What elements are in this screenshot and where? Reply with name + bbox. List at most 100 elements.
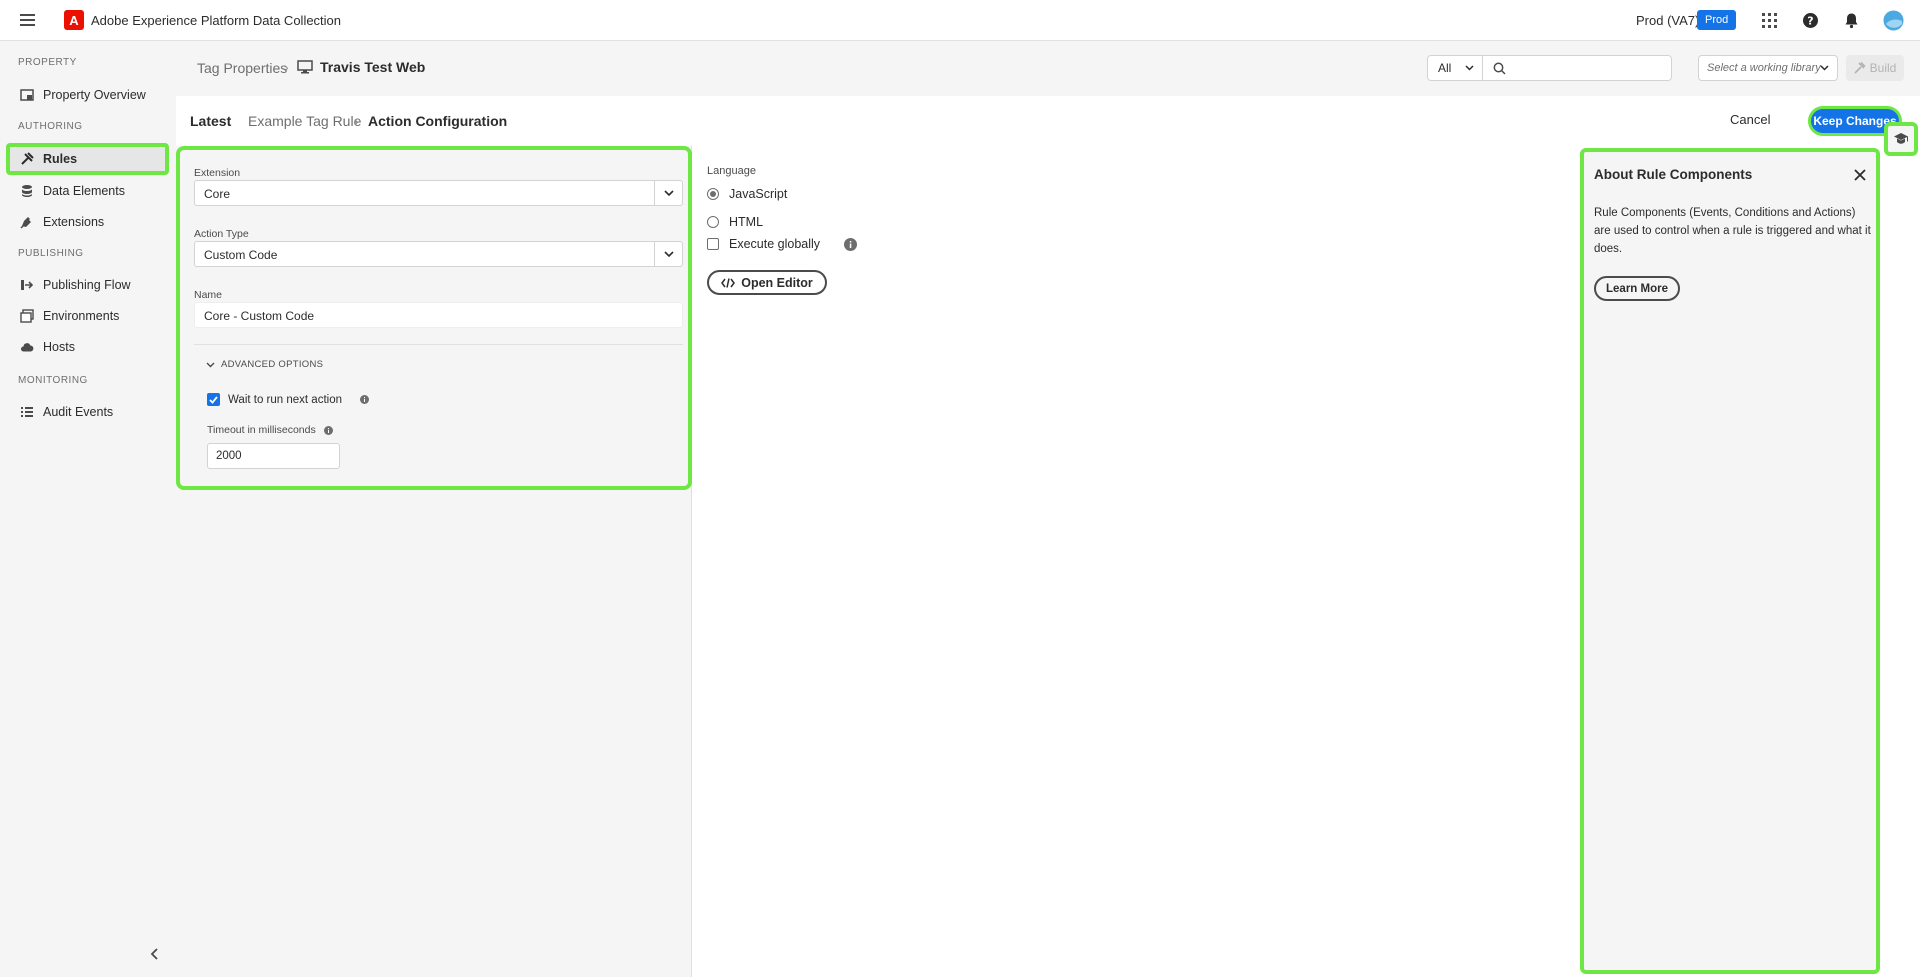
execute-globally-checkbox[interactable]: Execute globally bbox=[707, 237, 858, 251]
execute-label: Execute globally bbox=[729, 237, 821, 251]
filter-value: All bbox=[1438, 61, 1452, 75]
sidebar-item-hosts[interactable]: Hosts bbox=[8, 332, 168, 362]
rules-icon bbox=[20, 152, 34, 166]
chevron-down-icon bbox=[1465, 65, 1474, 71]
code-icon bbox=[721, 277, 736, 288]
breadcrumb: Tag Properties › Travis Test Web All Sel… bbox=[176, 41, 1920, 96]
chevron-down-icon bbox=[654, 181, 682, 205]
graduation-cap-icon[interactable] bbox=[1884, 122, 1918, 156]
radio-selected-icon bbox=[707, 188, 719, 200]
action-type-label: Action Type bbox=[194, 228, 249, 240]
info-icon[interactable] bbox=[360, 395, 369, 404]
extension-value: Core bbox=[204, 187, 231, 201]
property-name: Travis Test Web bbox=[320, 59, 426, 75]
sidebar-item-label: Rules bbox=[43, 152, 78, 166]
build-label: Build bbox=[1869, 61, 1897, 75]
hammer-icon bbox=[1854, 62, 1866, 74]
data-elements-icon bbox=[20, 184, 34, 198]
timeout-label: Timeout in milliseconds bbox=[207, 424, 316, 436]
list-icon bbox=[20, 405, 34, 419]
wait-next-action-checkbox[interactable]: Wait to run next action bbox=[207, 393, 369, 406]
avatar[interactable] bbox=[1883, 10, 1904, 31]
build-button[interactable]: Build bbox=[1846, 55, 1904, 81]
sidebar-item-label: Publishing Flow bbox=[43, 278, 131, 292]
checkbox-checked-icon bbox=[207, 393, 220, 406]
checkbox-unchecked-icon bbox=[707, 238, 719, 250]
sidebar-item-label: Extensions bbox=[43, 215, 105, 229]
open-editor-button[interactable]: Open Editor bbox=[707, 270, 827, 295]
version-latest: Latest bbox=[190, 113, 232, 129]
action-config-form: Extension Core Action Type Custom Code N… bbox=[176, 146, 692, 490]
sidebar-item-label: Audit Events bbox=[43, 405, 114, 419]
radio-html[interactable]: HTML bbox=[707, 215, 763, 229]
divider bbox=[194, 344, 683, 345]
sidebar-item-label: Property Overview bbox=[43, 88, 146, 102]
environments-icon bbox=[20, 309, 34, 323]
page-title: Action Configuration bbox=[368, 113, 508, 129]
search-filter-select[interactable]: All bbox=[1427, 55, 1483, 81]
section-publishing: PUBLISHING bbox=[18, 248, 84, 259]
cloud-icon bbox=[20, 340, 34, 354]
sidebar-item-audit-events[interactable]: Audit Events bbox=[8, 397, 168, 427]
section-monitoring: MONITORING bbox=[18, 375, 88, 386]
search-input[interactable] bbox=[1513, 56, 1663, 80]
collapse-sidebar-icon[interactable] bbox=[148, 947, 162, 961]
extensions-icon bbox=[20, 215, 34, 229]
action-type-select[interactable]: Custom Code bbox=[194, 241, 683, 267]
extension-label: Extension bbox=[194, 167, 241, 179]
property-overview-icon bbox=[20, 88, 34, 102]
language-label: Language bbox=[707, 165, 756, 177]
library-placeholder: Select a working library bbox=[1707, 62, 1821, 74]
action-config-panel: Extension Core Action Type Custom Code N… bbox=[176, 146, 692, 977]
sidebar-item-data-elements[interactable]: Data Elements bbox=[8, 176, 168, 206]
sidebar-item-rules[interactable]: Rules bbox=[6, 143, 169, 175]
bell-icon[interactable] bbox=[1843, 12, 1860, 29]
learn-more-button[interactable]: Learn More bbox=[1594, 276, 1680, 301]
search-box bbox=[1482, 55, 1672, 81]
timeout-input[interactable]: 2000 bbox=[207, 443, 340, 469]
info-icon[interactable] bbox=[844, 237, 858, 251]
chevron-down-icon bbox=[1820, 65, 1829, 71]
sidebar-item-publishing-flow[interactable]: Publishing Flow bbox=[8, 270, 168, 300]
name-label: Name bbox=[194, 289, 223, 301]
apps-grid-icon[interactable] bbox=[1761, 12, 1778, 29]
svg-text:?: ? bbox=[1807, 15, 1813, 28]
publishing-flow-icon bbox=[20, 278, 34, 292]
menu-icon[interactable] bbox=[20, 12, 35, 28]
sidebar-item-extensions[interactable]: Extensions bbox=[8, 207, 168, 237]
radio-javascript[interactable]: JavaScript bbox=[707, 187, 787, 201]
section-property: PROPERTY bbox=[18, 57, 77, 68]
info-icon[interactable] bbox=[323, 425, 333, 435]
about-rule-components-panel: About Rule Components Rule Components (E… bbox=[1580, 148, 1880, 974]
about-description: Rule Components (Events, Conditions and … bbox=[1594, 207, 1871, 255]
help-icon[interactable]: ? bbox=[1802, 12, 1819, 29]
org-switcher[interactable]: Prod (VA7) bbox=[1636, 13, 1699, 28]
working-library-select[interactable]: Select a working library bbox=[1698, 55, 1838, 81]
top-bar: A Adobe Experience Platform Data Collect… bbox=[0, 0, 1920, 41]
cancel-button[interactable]: Cancel bbox=[1730, 112, 1770, 127]
extension-select[interactable]: Core bbox=[194, 180, 683, 206]
sidebar-item-label: Environments bbox=[43, 309, 120, 323]
sidebar-item-property-overview[interactable]: Property Overview bbox=[8, 80, 168, 110]
search-icon bbox=[1493, 62, 1506, 75]
close-icon[interactable] bbox=[1854, 168, 1866, 181]
chevron-down-icon bbox=[654, 242, 682, 266]
name-input[interactable]: Core - Custom Code bbox=[194, 302, 683, 328]
wait-label: Wait to run next action bbox=[228, 393, 342, 406]
radio-label: JavaScript bbox=[729, 187, 788, 201]
breadcrumb-rule[interactable]: Example Tag Rule bbox=[248, 113, 361, 129]
radio-label: HTML bbox=[729, 215, 764, 229]
chevron-down-icon bbox=[206, 362, 215, 367]
adobe-logo[interactable]: A bbox=[64, 10, 84, 30]
breadcrumb-tag-properties[interactable]: Tag Properties bbox=[197, 60, 287, 76]
advanced-options-label: ADVANCED OPTIONS bbox=[221, 359, 324, 370]
radio-unselected-icon bbox=[707, 216, 719, 228]
about-title: About Rule Components bbox=[1594, 167, 1753, 182]
chevron-right-icon: › bbox=[354, 113, 359, 129]
sidebar: PROPERTY Property Overview AUTHORING Rul… bbox=[0, 41, 176, 977]
advanced-options-toggle[interactable]: ADVANCED OPTIONS bbox=[206, 359, 323, 370]
app-title: Adobe Experience Platform Data Collectio… bbox=[91, 13, 342, 28]
sidebar-item-environments[interactable]: Environments bbox=[8, 301, 168, 331]
chevron-right-icon: › bbox=[284, 59, 289, 75]
env-badge[interactable]: Prod bbox=[1697, 10, 1737, 30]
